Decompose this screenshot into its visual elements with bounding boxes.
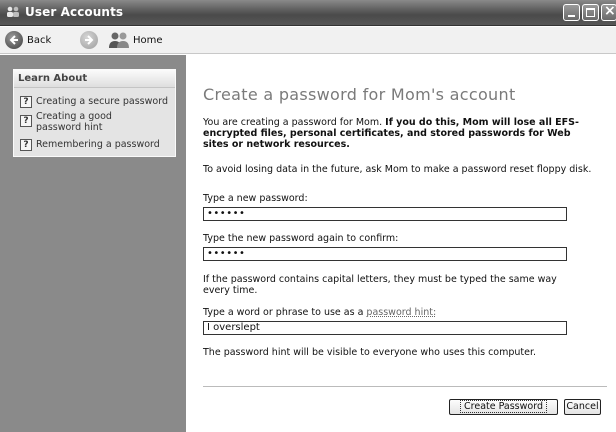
user-accounts-icon bbox=[7, 6, 19, 17]
new-password-label: Type a new password: bbox=[203, 193, 308, 204]
create-password-label: Create Password bbox=[460, 400, 547, 413]
sidebar: Learn About ? Creating a secure password… bbox=[0, 55, 186, 432]
back-button[interactable] bbox=[5, 31, 23, 49]
password-hint-field[interactable]: I overslept bbox=[203, 321, 567, 335]
hint-label: Type a word or phrase to use as a passwo… bbox=[203, 307, 436, 318]
help-icon: ? bbox=[20, 96, 32, 108]
create-password-button[interactable]: Create Password bbox=[449, 399, 558, 415]
forward-arrow-icon bbox=[85, 35, 94, 45]
minimize-button[interactable] bbox=[563, 4, 580, 21]
back-arrow-icon bbox=[9, 35, 18, 45]
cancel-button[interactable]: Cancel bbox=[564, 399, 601, 415]
panel-header: Learn About bbox=[14, 70, 175, 88]
maximize-button[interactable] bbox=[582, 4, 599, 21]
warning-text: You are creating a password for Mom. If … bbox=[203, 117, 595, 150]
window-title: User Accounts bbox=[25, 5, 124, 19]
link-label: Remembering a password bbox=[36, 139, 160, 150]
close-icon: × bbox=[604, 3, 616, 19]
password-hint-link[interactable]: password hint: bbox=[366, 307, 436, 318]
hint-note: The password hint will be visible to eve… bbox=[203, 347, 537, 358]
panel-title: Learn About bbox=[18, 73, 88, 84]
help-icon: ? bbox=[20, 139, 32, 151]
confirm-password-label: Type the new password again to confirm: bbox=[203, 233, 399, 244]
learn-about-panel: Learn About ? Creating a secure password… bbox=[13, 69, 176, 157]
page-title: Create a password for Mom's account bbox=[203, 85, 516, 104]
hint-label-prefix: Type a word or phrase to use as a bbox=[203, 307, 367, 318]
close-button[interactable]: × bbox=[601, 3, 616, 21]
link-label: Creating a good password hint bbox=[36, 111, 112, 133]
confirm-password-field[interactable]: •••••• bbox=[203, 247, 567, 261]
new-password-field[interactable]: •••••• bbox=[203, 207, 567, 221]
warning-plain: You are creating a password for Mom. bbox=[203, 117, 386, 128]
minimize-icon bbox=[568, 15, 575, 17]
link-label: Creating a secure password bbox=[36, 96, 168, 107]
main-content: Create a password for Mom's account You … bbox=[186, 55, 616, 432]
toolbar: Back Home bbox=[0, 27, 616, 54]
home-label[interactable]: Home bbox=[133, 35, 163, 46]
caps-note: If the password contains capital letters… bbox=[203, 274, 557, 296]
title-bar[interactable]: User Accounts × bbox=[0, 0, 616, 26]
home-users-icon[interactable] bbox=[108, 31, 130, 49]
forward-button[interactable] bbox=[80, 31, 98, 49]
reset-disk-text: To avoid losing data in the future, ask … bbox=[203, 164, 592, 175]
user-accounts-window: User Accounts × Back Home Learn About ? … bbox=[0, 0, 616, 432]
back-label[interactable]: Back bbox=[27, 35, 51, 46]
divider bbox=[203, 386, 607, 387]
help-icon: ? bbox=[20, 115, 32, 127]
maximize-icon bbox=[586, 8, 595, 17]
